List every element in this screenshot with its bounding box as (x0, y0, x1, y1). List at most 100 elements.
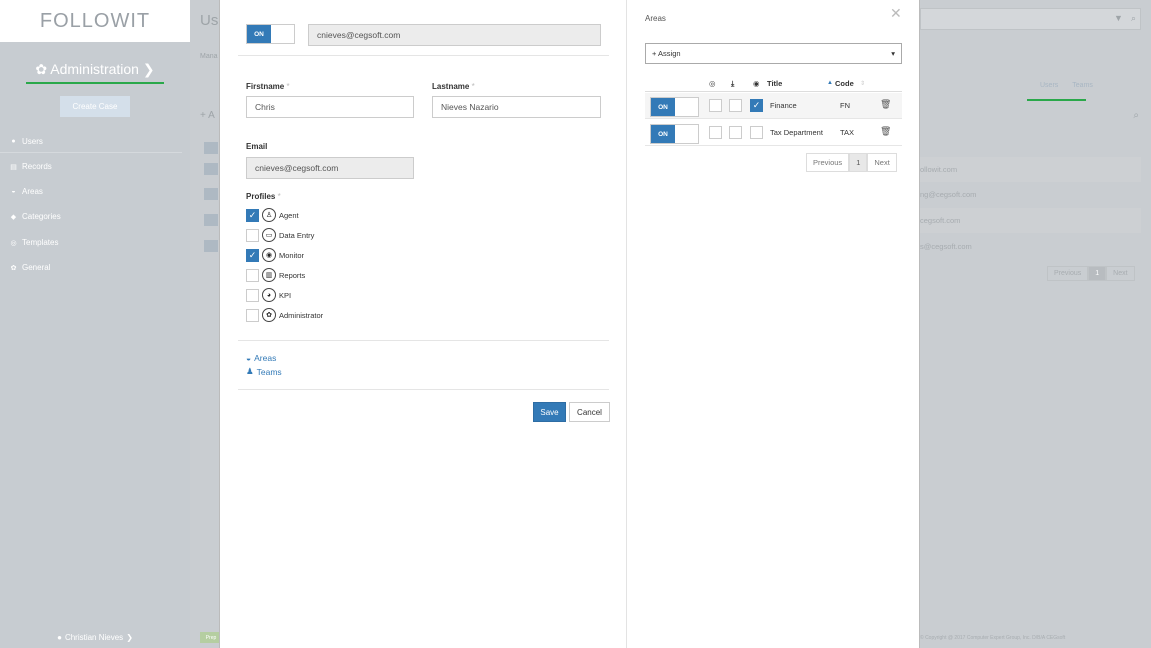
download-checkbox[interactable] (729, 126, 742, 139)
required-mark: * (277, 192, 281, 201)
firstname-label: Firstname * (246, 82, 290, 91)
pagination-previous[interactable]: Previous (1047, 266, 1089, 281)
divider (238, 55, 609, 56)
profile-agent[interactable]: ✓ ♙ Agent (246, 208, 299, 222)
profile-checkbox[interactable] (246, 228, 259, 242)
visible-checkbox[interactable]: ✓ (750, 99, 763, 112)
pagination-next[interactable]: Next (1106, 266, 1135, 281)
profile-reports[interactable]: ▥ Reports (246, 268, 305, 282)
profile-checkbox[interactable] (246, 268, 259, 282)
caret-down-icon: ▾ (891, 49, 895, 58)
trash-icon[interactable]: 🗑 (880, 126, 891, 137)
pagination-page[interactable]: 1 (849, 153, 868, 172)
pagination-previous[interactable]: Previous (806, 153, 850, 172)
sidebar-item-general[interactable]: ✿ General (9, 263, 51, 272)
download-checkbox[interactable] (729, 99, 742, 112)
copyright: © Copyright @ 2017 Computer Expert Group… (920, 635, 1066, 641)
area-row-tax-department[interactable]: ON Tax Department TAX 🗑 (645, 120, 902, 146)
areas-link[interactable]: ◒ Areas (246, 353, 276, 363)
profile-monitor[interactable]: ✓ ◉ Monitor (246, 248, 304, 262)
toggle-off-side (271, 25, 294, 43)
admin-title[interactable]: ✿ Administration ❯ (0, 61, 190, 78)
row-email: s@cegsoft.com (920, 242, 972, 251)
assign-area-select[interactable]: + Assign ▾ (645, 43, 902, 64)
profile-checkbox[interactable] (246, 288, 259, 302)
pagination-page[interactable]: 1 (1088, 266, 1107, 281)
search-input[interactable]: ▼ ⌕ (920, 8, 1141, 30)
toggle-off-side (675, 98, 698, 116)
area-row-finance[interactable]: ON ✓ Finance FN 🗑 (645, 93, 902, 119)
sidebar-item-categories[interactable]: ◆ Categories (9, 212, 61, 221)
areas-table-header: ◎ ⤓ ◉ Title ▲ Code ⇕ (645, 76, 902, 92)
area-active-toggle[interactable]: ON (650, 124, 699, 144)
visible-checkbox[interactable] (750, 126, 763, 139)
profile-checkbox[interactable] (246, 308, 259, 322)
tab-users[interactable]: Users (1040, 82, 1058, 89)
column-code[interactable]: Code (835, 79, 854, 88)
profile-checkbox[interactable]: ✓ (246, 248, 259, 262)
chevron-right-icon: ❯ (142, 61, 155, 77)
required-mark: * (471, 82, 475, 91)
admin-title-text: Administration (50, 61, 139, 77)
profile-checkbox[interactable]: ✓ (246, 208, 259, 222)
tab-teams[interactable]: Teams (1072, 82, 1093, 89)
username-field: cnieves@cegsoft.com (308, 24, 601, 46)
profile-label: Data Entry (279, 230, 315, 240)
row-badge (204, 188, 218, 200)
sidebar-item-label: General (22, 263, 51, 272)
profile-label: Monitor (279, 250, 305, 260)
hidden-checkbox[interactable] (709, 99, 722, 112)
table-row[interactable]: ng@cegsoft.com (920, 182, 1141, 207)
area-title: Finance (770, 101, 797, 110)
profile-administrator[interactable]: ✿ Administrator (246, 308, 323, 322)
pagination-next[interactable]: Next (867, 153, 897, 172)
cancel-button[interactable]: Cancel (569, 402, 610, 422)
filter-controls[interactable]: ▼ ⌕ (1114, 13, 1136, 24)
close-icon[interactable]: ✕ (890, 5, 902, 22)
table-row[interactable]: s@cegsoft.com (920, 234, 1141, 259)
area-code: FN (840, 101, 850, 110)
profile-label: Reports (279, 270, 306, 280)
email-field: cnieves@cegsoft.com (246, 157, 414, 179)
email-label: Email (246, 142, 268, 151)
sidebar-item-users[interactable]: ● Users (9, 137, 43, 146)
background-user-list: ▼ ⌕ Users Teams ⌕ ollowit.com ng@cegsoft… (920, 0, 1151, 648)
area-title: Tax Department (770, 128, 823, 137)
row-email: ng@cegsoft.com (920, 190, 977, 199)
filter-icon[interactable]: ▼ (1114, 13, 1123, 24)
sidebar-item-records[interactable]: ▤ Records (9, 162, 52, 171)
divider (238, 389, 609, 390)
firstname-field[interactable]: Chris (246, 96, 414, 118)
sidebar-item-label: Templates (22, 238, 59, 247)
lastname-field[interactable]: Nieves Nazario (432, 96, 601, 118)
sidebar-item-templates[interactable]: ◎ Templates (9, 238, 58, 247)
sidebar-item-areas[interactable]: ◒ Areas (9, 187, 43, 196)
current-user-name: Christian Nieves (64, 632, 124, 642)
table-row[interactable]: cegsoft.com (920, 208, 1141, 233)
search-icon[interactable]: ⌕ (1131, 13, 1136, 24)
toggle-off-side (675, 125, 698, 143)
row-email: ollowit.com (920, 165, 958, 174)
user-icon: ● (11, 138, 16, 145)
assign-select-value: + Assign (652, 49, 681, 58)
save-button[interactable]: Save (533, 402, 566, 422)
trash-icon[interactable]: 🗑 (880, 99, 891, 110)
toggle-on-label: ON (651, 98, 675, 116)
search-icon[interactable]: ⌕ (1133, 110, 1139, 121)
add-user-link[interactable]: + A (200, 110, 215, 121)
teams-link[interactable]: ♟ Teams (246, 366, 282, 377)
active-toggle[interactable]: ON (246, 24, 295, 44)
create-case-button[interactable]: Create Case (60, 96, 130, 117)
hidden-checkbox[interactable] (709, 126, 722, 139)
bar-chart-icon: ▥ (262, 268, 276, 282)
profile-kpi[interactable]: ◕ KPI (246, 288, 291, 302)
table-row[interactable]: ollowit.com (920, 157, 1141, 182)
firstname-label-text: Firstname (246, 82, 285, 91)
column-title[interactable]: Title (767, 79, 782, 88)
cogs-icon: ✿ (10, 264, 17, 272)
profiles-label-text: Profiles (246, 192, 276, 201)
profile-data-entry[interactable]: ▭ Data Entry (246, 228, 314, 242)
app-logo: FOLLOWIT (0, 0, 190, 42)
area-active-toggle[interactable]: ON (650, 97, 699, 117)
current-user[interactable]: ● Christian Nieves ❯ (0, 626, 190, 648)
